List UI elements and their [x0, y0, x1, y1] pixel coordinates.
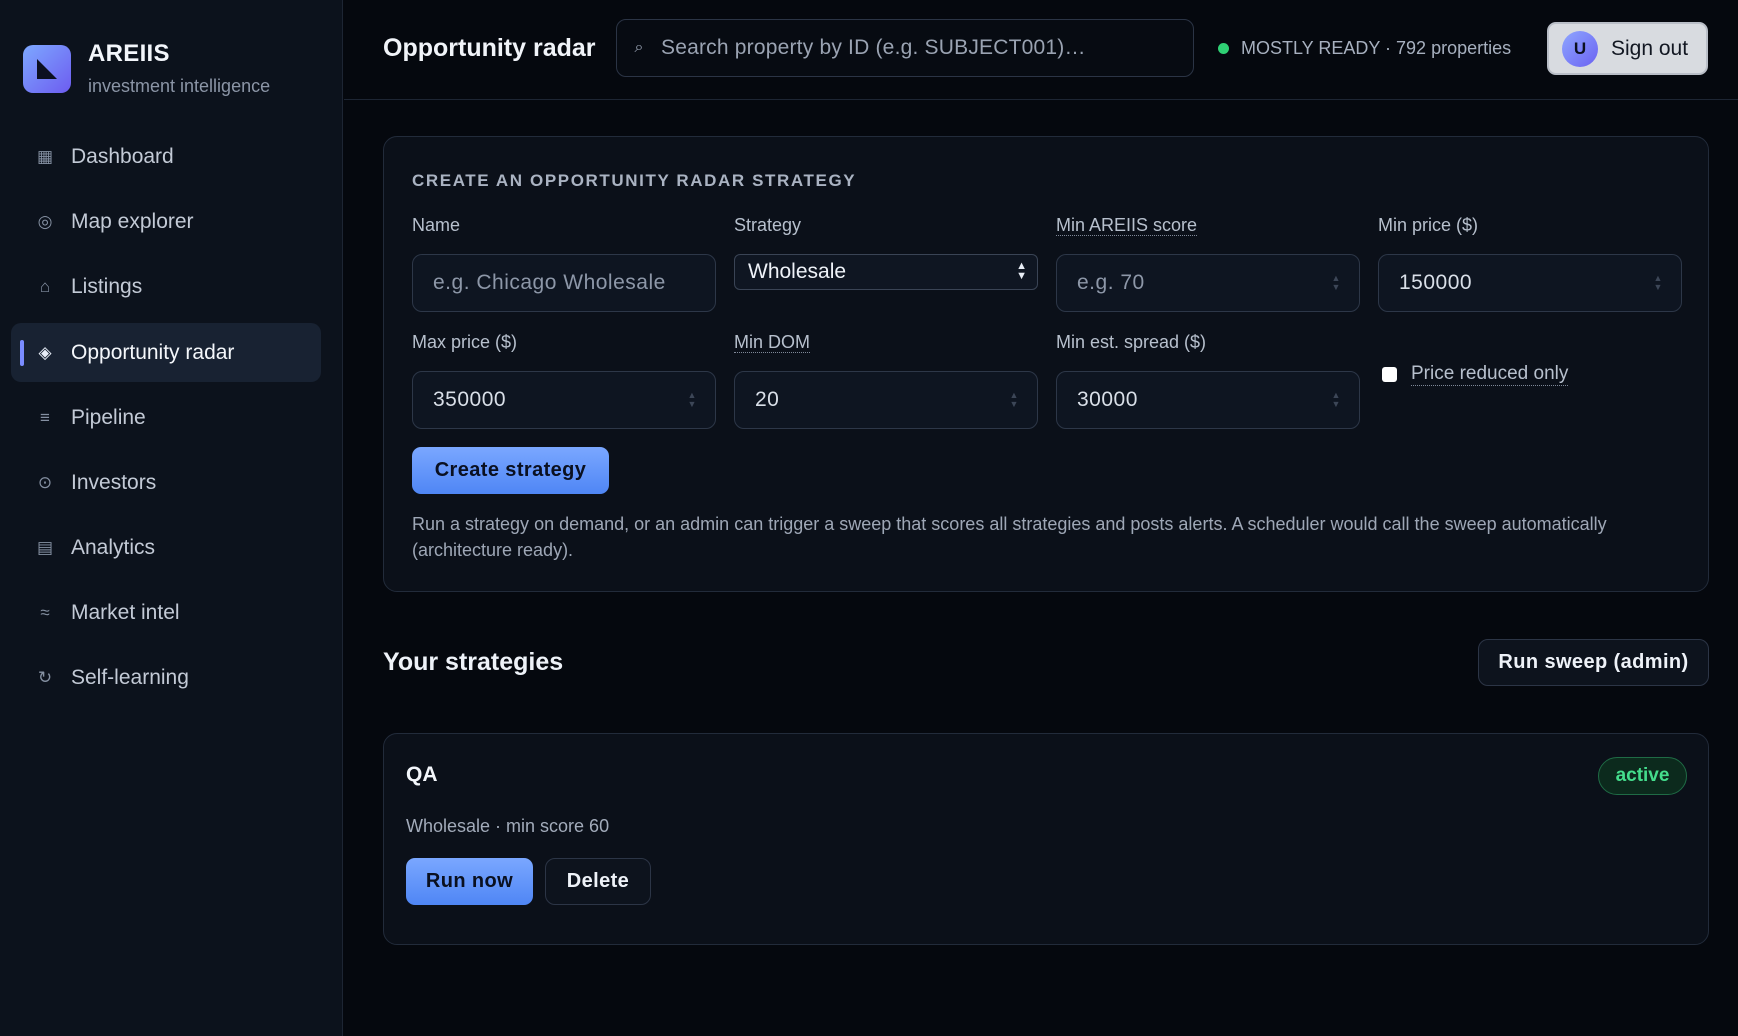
name-label: Name — [412, 215, 461, 235]
delete-button[interactable]: Delete — [545, 858, 651, 905]
home-icon: ⌂ — [39, 276, 51, 296]
avatar: U — [1562, 30, 1598, 67]
radar-icon: ◈ — [38, 342, 52, 362]
brand[interactable]: AREIIS investment intelligence — [23, 40, 270, 97]
max-price-field: Max price ($) ▲▼ — [412, 332, 716, 429]
strategy-meta: Wholesale · min score 60 — [406, 816, 610, 836]
spinner-icon[interactable]: ▲ ▼ — [1009, 391, 1019, 411]
sidebar-item-opportunity-radar[interactable]: ◈ Opportunity radar — [11, 323, 321, 382]
price-reduced-label: Price reduced only — [1411, 363, 1569, 386]
strategy-card: QA active Wholesale · min score 60 Run n… — [383, 733, 1709, 945]
run-now-button[interactable]: Run now — [406, 858, 533, 905]
max-price-label: Max price ($) — [412, 332, 518, 352]
brand-logo-icon — [23, 44, 71, 93]
sign-out-label: Sign out — [1611, 36, 1689, 60]
panel-heading: CREATE AN OPPORTUNITY RADAR STRATEGY — [412, 171, 857, 190]
sign-out-button[interactable]: U Sign out — [1547, 22, 1708, 75]
sidebar-item-label: Self-learning — [71, 665, 189, 689]
max-price-input[interactable] — [413, 372, 715, 428]
price-reduced-checkbox[interactable]: Price reduced only — [1382, 363, 1569, 386]
search-icon: ⌕ — [634, 39, 644, 56]
run-sweep-button[interactable]: Run sweep (admin) — [1478, 639, 1709, 686]
min-score-input[interactable] — [1057, 255, 1359, 311]
strategy-select[interactable]: Wholesale ▲ ▼ — [734, 254, 1038, 290]
search-box[interactable]: ⌕ — [616, 19, 1194, 77]
strategies-title: Your strategies — [383, 648, 564, 676]
min-spread-label: Min est. spread ($) — [1056, 332, 1207, 352]
sidebar-item-market-intel[interactable]: ≈ Market intel — [11, 583, 321, 642]
help-text: Run a strategy on demand, or an admin ca… — [412, 514, 1607, 560]
name-field: Name — [412, 215, 716, 312]
sidebar-item-label: Investors — [71, 470, 157, 494]
spinner-icon[interactable]: ▲ ▼ — [687, 391, 697, 411]
min-spread-field: Min est. spread ($) ▲▼ — [1056, 332, 1360, 429]
sidebar-item-investors[interactable]: ⊙ Investors — [11, 453, 321, 512]
pipeline-icon: ≡ — [40, 407, 50, 427]
sidebar-item-label: Market intel — [71, 600, 180, 624]
refresh-icon: ↻ — [37, 667, 53, 687]
strategy-name: QA — [406, 763, 438, 786]
top-bar: Opportunity radar ⌕ MOSTLY READY · 792 p… — [344, 0, 1738, 100]
min-price-input[interactable] — [1379, 255, 1681, 311]
brand-tagline: investment intelligence — [88, 76, 271, 96]
min-dom-field: Min DOM ▲▼ — [734, 332, 1038, 429]
analytics-icon: ▤ — [36, 537, 54, 557]
map-icon: ◎ — [37, 211, 53, 231]
min-score-label: Min AREIIS score — [1056, 215, 1198, 236]
spinner-icon[interactable]: ▲ ▼ — [1331, 391, 1341, 411]
search-input[interactable] — [661, 20, 1193, 76]
sidebar-item-label: Listings — [71, 274, 143, 298]
sidebar: AREIIS investment intelligence ▦ Dashboa… — [0, 0, 343, 1036]
strategy-label: Strategy — [734, 215, 802, 235]
sidebar-item-label: Dashboard — [71, 144, 174, 168]
market-icon: ≈ — [40, 602, 50, 622]
status-text: MOSTLY READY · 792 properties — [1241, 38, 1512, 58]
page-title: Opportunity radar — [383, 34, 596, 62]
min-score-field: Min AREIIS score ▲▼ — [1056, 215, 1360, 312]
dashboard-icon: ▦ — [36, 146, 54, 166]
status-dot-icon — [1218, 43, 1229, 54]
sidebar-item-self-learning[interactable]: ↻ Self-learning — [11, 648, 321, 707]
strategy-field: Strategy Wholesale ▲ ▼ — [734, 215, 1038, 290]
min-dom-input[interactable] — [735, 372, 1037, 428]
create-strategy-button[interactable]: Create strategy — [412, 447, 609, 494]
min-spread-input[interactable] — [1057, 372, 1359, 428]
chevron-updown-icon: ▲ ▼ — [1016, 260, 1027, 282]
sidebar-item-pipeline[interactable]: ≡ Pipeline — [11, 388, 321, 447]
strategy-selected-value: Wholesale — [748, 260, 847, 283]
investors-icon: ⊙ — [37, 472, 53, 492]
spinner-icon[interactable]: ▲ ▼ — [1331, 274, 1341, 294]
sidebar-item-label: Analytics — [71, 535, 156, 559]
status-indicator: MOSTLY READY · 792 properties — [1218, 38, 1511, 59]
create-strategy-panel: CREATE AN OPPORTUNITY RADAR STRATEGY Nam… — [383, 136, 1709, 592]
sidebar-item-label: Opportunity radar — [71, 340, 235, 364]
sidebar-item-listings[interactable]: ⌂ Listings — [11, 257, 321, 316]
brand-name: AREIIS — [88, 40, 170, 67]
sidebar-item-label: Map explorer — [71, 209, 194, 233]
sidebar-item-label: Pipeline — [71, 405, 146, 429]
sidebar-item-analytics[interactable]: ▤ Analytics — [11, 518, 321, 577]
min-price-label: Min price ($) — [1378, 215, 1479, 235]
sidebar-item-map-explorer[interactable]: ◎ Map explorer — [11, 192, 321, 251]
min-dom-label: Min DOM — [734, 332, 810, 353]
spinner-icon[interactable]: ▲ ▼ — [1653, 274, 1663, 294]
checkbox-box[interactable] — [1382, 367, 1397, 382]
name-input[interactable] — [413, 255, 715, 311]
status-badge: active — [1598, 757, 1687, 795]
sidebar-item-dashboard[interactable]: ▦ Dashboard — [11, 127, 321, 186]
min-price-field: Min price ($) ▲▼ — [1378, 215, 1682, 312]
